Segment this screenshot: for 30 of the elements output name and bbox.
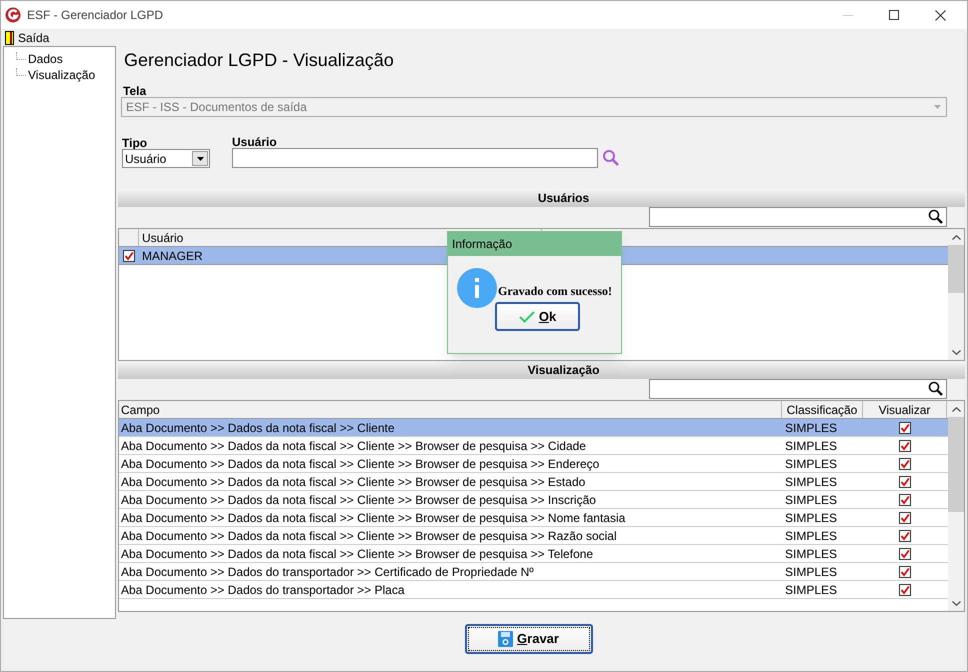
dialog-message: Gravado com sucesso!	[498, 283, 612, 300]
table-cell-text: SIMPLES	[784, 546, 838, 562]
table-cell-text: SIMPLES	[784, 456, 838, 472]
table-cell-text: Aba Documento >> Dados da nota fiscal >> Cliente >> Browser de pesquisa >> Inscrição	[120, 492, 597, 508]
table-cell-text: Aba Documento >> Dados da nota fiscal >> Cliente >> Browser de pesquisa >> Cidade	[120, 438, 587, 454]
page-heading: Gerenciador LGPD - Visualização	[124, 49, 395, 72]
table-cell-text: Aba Documento >> Dados da nota fiscal >> Cliente >> Browser de pesquisa >> Estado	[120, 474, 586, 490]
table-cell-text: Aba Documento >> Dados da nota fiscal >> Cliente >> Browser de pesquisa >> Nome fantasia	[120, 510, 626, 526]
table-cell-text: SIMPLES	[784, 510, 838, 526]
section-header: Usuários	[118, 189, 965, 207]
table-cell-text: SIMPLES	[784, 528, 838, 544]
field-label: Usuário	[232, 134, 278, 148]
table-cell-text: Aba Documento >> Dados do transportador >> Certificado de Propriedade Nº	[120, 564, 535, 580]
field-label: Tela	[123, 83, 148, 97]
section-header: Visualização	[118, 361, 965, 379]
dropdown: ESF - ISS - Documentos de saída	[121, 97, 947, 117]
table-cell-text: Aba Documento >> Dados da nota fiscal >> Cliente >> Browser de pesquisa >> Endereço	[120, 456, 600, 472]
table-cell-text: SIMPLES	[784, 438, 838, 454]
table-cell-text: SIMPLES	[784, 420, 838, 436]
table-cell-text: Aba Documento >> Dados do transportador >> Placa	[120, 582, 406, 598]
table-cell-text: Aba Documento >> Dados da nota fiscal >> Cliente >> Browser de pesquisa >> Telefone	[120, 546, 594, 562]
table-cell-text: SIMPLES	[784, 564, 838, 580]
table-cell-text: Aba Documento >> Dados da nota fiscal >> Cliente >> Browser de pesquisa >> Razão social	[120, 528, 618, 544]
table-cell-text: MANAGER	[141, 248, 203, 264]
window-title: ESF - Gerenciador LGPD	[27, 7, 164, 24]
table-cell-text: Aba Documento >> Dados da nota fiscal >> Cliente	[120, 420, 396, 436]
table-cell-text: SIMPLES	[784, 474, 838, 490]
table-cell-text: SIMPLES	[784, 492, 838, 508]
table-cell-text: SIMPLES	[784, 582, 838, 598]
field-label: Tipo	[122, 135, 148, 149]
